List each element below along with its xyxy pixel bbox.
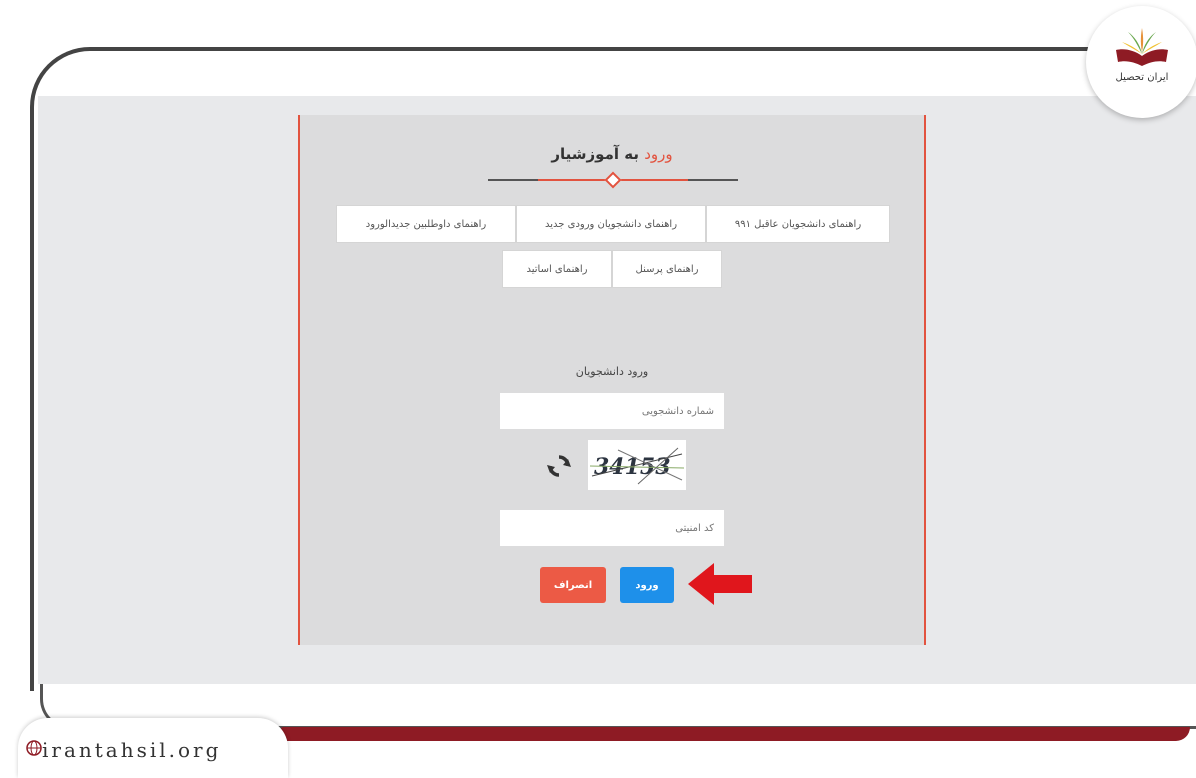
guide-button-professors[interactable]: راهنمای اساتید — [502, 250, 612, 288]
logo-text: ایران تحصیل — [1115, 72, 1169, 83]
captcha-image: 34153 — [588, 440, 686, 490]
title-divider — [488, 171, 738, 189]
page-title: ورود به آموزشیار — [300, 145, 924, 163]
bottom-accent-bar — [280, 727, 1190, 741]
cancel-button[interactable]: انصراف — [540, 567, 606, 603]
guide-button-new-students[interactable]: راهنمای دانشجویان ورودی جدید — [516, 205, 706, 243]
guide-button-alumni[interactable]: راهنمای دانشجویان عاقبل ۹۹۱ — [706, 205, 890, 243]
title-accent: ورود — [644, 145, 673, 163]
site-url: irantahsil.org — [42, 738, 222, 762]
diamond-icon — [604, 171, 622, 189]
title-rest: به آموزشیار — [551, 145, 645, 163]
login-button[interactable]: ورود — [620, 567, 674, 603]
refresh-captcha-icon[interactable] — [546, 453, 572, 479]
irantahsil-logo: ایران تحصیل — [1086, 6, 1196, 118]
guide-button-applicants[interactable]: راهنمای داوطلبین جدیدالورود — [336, 205, 516, 243]
red-arrow-icon — [688, 561, 754, 607]
guides-row-2: راهنمای پرسنل راهنمای اساتید — [502, 250, 722, 288]
login-panel: ورود به آموزشیار راهنمای دانشجویان عاقبل… — [298, 115, 926, 645]
section-title: ورود دانشجویان — [575, 365, 649, 378]
guide-button-staff[interactable]: راهنمای پرسنل — [612, 250, 722, 288]
student-id-input[interactable] — [500, 393, 724, 429]
book-leaf-icon — [1116, 28, 1168, 66]
globe-icon — [26, 740, 42, 756]
security-code-input[interactable] — [500, 510, 724, 546]
guides-row-1: راهنمای دانشجویان عاقبل ۹۹۱ راهنمای دانش… — [336, 205, 890, 243]
site-watermark: irantahsil.org — [18, 718, 288, 778]
